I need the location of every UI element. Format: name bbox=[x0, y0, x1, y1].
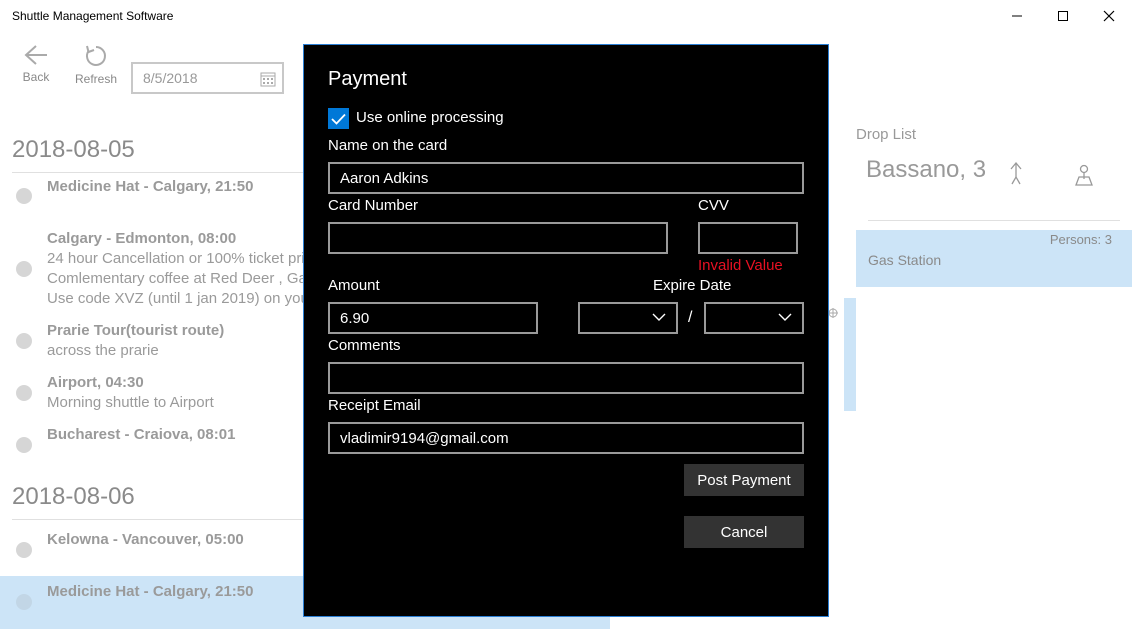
divider bbox=[12, 172, 304, 173]
trip-detail: 24 hour Cancellation or 100% ticket pri bbox=[47, 250, 305, 267]
drop-list-item[interactable]: Persons: 3 Gas Station bbox=[856, 230, 1132, 287]
trip-title: Prarie Tour(tourist route) bbox=[47, 322, 225, 339]
trip-title: Medicine Hat - Calgary, 21:50 bbox=[47, 583, 254, 600]
trip-title: Medicine Hat - Calgary, 21:50 bbox=[47, 178, 254, 195]
divider bbox=[12, 519, 304, 520]
receipt-email-label: Receipt Email bbox=[328, 397, 421, 414]
refresh-label: Refresh bbox=[74, 72, 118, 86]
receipt-email-input[interactable] bbox=[328, 422, 804, 454]
expire-date-label: Expire Date bbox=[653, 277, 732, 294]
online-processing-label[interactable]: Use online processing bbox=[356, 109, 504, 126]
card-number-input[interactable] bbox=[328, 222, 668, 254]
selection-strip bbox=[844, 298, 856, 411]
name-label: Name on the card bbox=[328, 137, 448, 154]
comments-label: Comments bbox=[328, 337, 401, 354]
radio-dot bbox=[16, 437, 32, 453]
persons-count: Persons: 3 bbox=[1049, 232, 1112, 247]
minimize-button[interactable] bbox=[994, 0, 1040, 32]
minimize-icon bbox=[1012, 15, 1022, 17]
chevron-down-icon bbox=[652, 313, 666, 321]
maximize-icon bbox=[1058, 11, 1068, 21]
trip-title: Kelowna - Vancouver, 05:00 bbox=[47, 531, 244, 548]
trip-title: Bucharest - Craiova, 08:01 bbox=[47, 426, 236, 443]
radio-dot bbox=[16, 542, 32, 558]
trip-detail: Comlementary coffee at Red Deer , Ga bbox=[47, 270, 307, 287]
chevron-down-icon bbox=[778, 313, 792, 321]
trip-title: Airport, 04:30 bbox=[47, 374, 144, 391]
back-arrow-icon bbox=[24, 45, 47, 65]
radio-dot bbox=[16, 188, 32, 204]
cvv-input[interactable] bbox=[698, 222, 798, 254]
post-payment-button[interactable]: Post Payment bbox=[684, 464, 804, 496]
comments-input[interactable] bbox=[328, 362, 804, 394]
online-processing-checkbox[interactable] bbox=[328, 108, 349, 129]
drag-handle-icon[interactable] bbox=[828, 306, 838, 320]
person-pin-icon[interactable] bbox=[1009, 162, 1023, 186]
expire-year-select[interactable] bbox=[704, 302, 804, 334]
cvv-label: CVV bbox=[698, 197, 729, 214]
checkmark-icon bbox=[331, 113, 346, 125]
radio-dot bbox=[16, 261, 32, 277]
maximize-button[interactable] bbox=[1040, 0, 1086, 32]
trip-detail: Morning shuttle to Airport bbox=[47, 394, 214, 411]
dialog-title: Payment bbox=[328, 68, 407, 90]
trip-title: Calgary - Edmonton, 08:00 bbox=[47, 230, 237, 247]
drop-place: Gas Station bbox=[868, 252, 942, 268]
amount-label: Amount bbox=[328, 277, 380, 294]
radio-dot bbox=[16, 594, 32, 610]
date-header: 2018-08-06 bbox=[12, 483, 135, 510]
divider bbox=[868, 220, 1120, 221]
payment-dialog: Payment Use online processing Name on th… bbox=[303, 44, 829, 617]
title-bar: Shuttle Management Software bbox=[0, 0, 1132, 32]
cvv-error-text: Invalid Value bbox=[698, 257, 783, 274]
expire-separator: / bbox=[688, 309, 693, 326]
close-button[interactable] bbox=[1086, 0, 1132, 32]
amount-input[interactable] bbox=[328, 302, 538, 334]
cancel-button[interactable]: Cancel bbox=[684, 516, 804, 548]
close-icon bbox=[1103, 10, 1115, 22]
window-title: Shuttle Management Software bbox=[12, 9, 174, 23]
refresh-icon bbox=[86, 45, 106, 66]
calendar-icon bbox=[260, 72, 276, 87]
refresh-button[interactable]: Refresh bbox=[74, 44, 118, 86]
date-value: 8/5/2018 bbox=[143, 70, 198, 86]
map-pin-icon[interactable] bbox=[1074, 164, 1094, 186]
radio-dot bbox=[16, 385, 32, 401]
back-label: Back bbox=[22, 70, 50, 84]
name-on-card-input[interactable] bbox=[328, 162, 804, 194]
drop-list-label: Drop List bbox=[856, 126, 917, 143]
trip-detail: Use code XVZ (until 1 jan 2019) on you bbox=[47, 290, 309, 307]
radio-dot bbox=[16, 333, 32, 349]
card-number-label: Card Number bbox=[328, 197, 419, 214]
expire-month-select[interactable] bbox=[578, 302, 678, 334]
trip-detail: across the prarie bbox=[47, 342, 159, 359]
back-button[interactable]: Back bbox=[18, 44, 54, 84]
date-header: 2018-08-05 bbox=[12, 136, 135, 163]
date-picker[interactable]: 8/5/2018 bbox=[131, 62, 284, 94]
drop-list-name: Bassano, 3 bbox=[866, 156, 987, 183]
